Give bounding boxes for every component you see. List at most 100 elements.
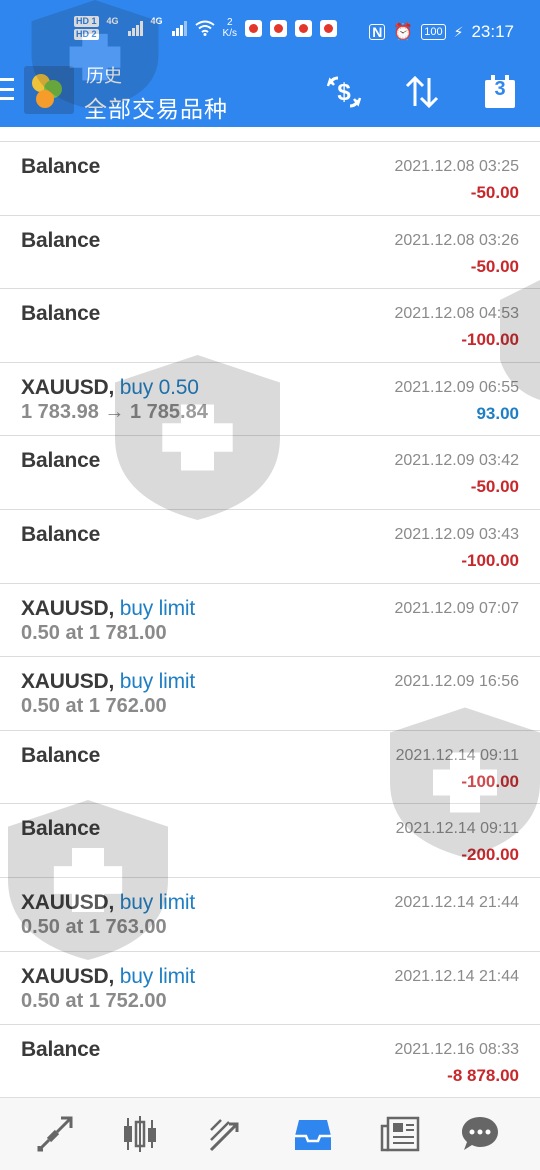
- history-row[interactable]: Balance 2021.12.16 08:33 -8 878.00: [0, 1024, 540, 1098]
- row-title-line: XAUUSD, buy limit: [21, 965, 195, 989]
- app-header: HD 1 HD 2 4G 4G 2 K/s N ⏰ 100 ⚡ 23:17 历史…: [0, 0, 540, 127]
- alarm-icon: ⏰: [393, 24, 414, 41]
- row-title-line: XAUUSD, buy limit: [21, 891, 195, 915]
- trade-icon: [209, 1119, 239, 1152]
- nav-quotes[interactable]: [33, 1112, 77, 1156]
- charging-icon: ⚡: [453, 23, 464, 40]
- row-order-type: buy 0.50: [119, 375, 199, 399]
- history-row[interactable]: Balance 2021.12.09 03:42 -50.00: [0, 435, 540, 509]
- signal-icon-2: [171, 20, 187, 36]
- row-separator: ,: [108, 596, 120, 620]
- nav-chat[interactable]: [458, 1112, 502, 1156]
- net-speed: 2 K/s: [223, 17, 237, 39]
- app-logo[interactable]: [24, 66, 74, 114]
- history-row[interactable]: XAUUSD, buy limit 0.50 at 1 752.00 2021.12…: [0, 950, 540, 1025]
- history-row[interactable]: Balance 2021.12.14 09:11 -100.00: [0, 729, 540, 804]
- row-detail: 0.50 at 1 763.00: [21, 915, 167, 938]
- currency-exchange-button[interactable]: $: [322, 70, 366, 114]
- row-amount: -200.00: [461, 845, 519, 865]
- row-symbol: Balance: [21, 155, 101, 178]
- history-icon: [295, 1120, 331, 1150]
- notification-app-icon: [245, 19, 262, 37]
- row-order-type: buy limit: [119, 890, 195, 914]
- row-title-line: Balance: [21, 155, 100, 179]
- row-amount: 93.00: [476, 403, 519, 423]
- row-detail: 1 783.98 → 1 785.84: [21, 400, 208, 423]
- history-row[interactable]: Balance 2021.12.08 03:25 -50.00: [0, 141, 540, 215]
- row-symbol: XAUUSD: [21, 596, 109, 620]
- bottom-nav: [0, 1097, 540, 1170]
- row-amount: -50.00: [470, 256, 519, 276]
- row-timestamp: 2021.12.14 09:11: [395, 820, 519, 838]
- row-detail: 0.50 at 1 781.00: [21, 621, 167, 644]
- row-title-line: Balance: [21, 744, 100, 768]
- news-icon: [380, 1116, 420, 1152]
- row-amount: -8 878.00: [447, 1066, 519, 1086]
- clock: 23:17: [471, 22, 514, 41]
- battery-level: 100: [421, 24, 446, 40]
- row-symbol: Balance: [21, 817, 101, 841]
- notification-app-icon: [270, 19, 287, 37]
- row-separator: ,: [108, 964, 120, 988]
- row-separator: ,: [108, 670, 120, 694]
- page-title: 历史: [86, 66, 122, 86]
- sim2-label: HD 2: [74, 29, 99, 40]
- nav-trade[interactable]: [205, 1112, 249, 1156]
- row-title-line: Balance: [21, 1038, 100, 1062]
- row-timestamp: 2021.12.09 06:55: [394, 378, 519, 396]
- row-amount: -100.00: [461, 550, 519, 570]
- row-timestamp: 2021.12.09 03:43: [394, 525, 519, 543]
- chat-icon: [462, 1117, 498, 1150]
- row-symbol: XAUUSD: [21, 964, 109, 988]
- nav-chart[interactable]: [118, 1112, 162, 1156]
- network-type-1: 4G: [106, 16, 119, 26]
- status-right: N ⏰ 100 ⚡ 23:17: [369, 22, 514, 42]
- notification-app-icon: [320, 19, 337, 37]
- row-order-type: buy limit: [119, 596, 195, 620]
- history-row[interactable]: XAUUSD, buy limit 0.50 at 1 762.00 2021.12…: [0, 656, 540, 730]
- row-title-line: Balance: [21, 817, 100, 841]
- svg-text:$: $: [337, 79, 351, 106]
- history-row[interactable]: Balance 2021.12.08 04:53 -100.00: [0, 288, 540, 362]
- row-separator: ,: [108, 890, 120, 914]
- history-row[interactable]: Balance 2021.12.08 03:26 -50.00: [0, 214, 540, 289]
- row-timestamp: 2021.12.09 16:56: [394, 673, 519, 691]
- row-symbol: XAUUSD: [21, 375, 109, 399]
- row-timestamp: 2021.12.14 21:44: [394, 967, 519, 985]
- history-row[interactable]: Balance 2021.12.09 03:43 -100.00: [0, 508, 540, 583]
- history-row[interactable]: Balance 2021.12.14 09:11 -200.00: [0, 803, 540, 877]
- status-bar: HD 1 HD 2 4G 4G 2 K/s N ⏰ 100 ⚡ 23:17: [0, 0, 540, 60]
- row-amount: -100.00: [461, 771, 519, 791]
- row-title-line: XAUUSD, buy limit: [21, 597, 195, 621]
- sort-button[interactable]: [400, 70, 444, 114]
- row-amount: -50.00: [470, 183, 519, 202]
- row-symbol: XAUUSD: [21, 670, 109, 694]
- row-timestamp: 2021.12.09 03:42: [394, 452, 519, 470]
- row-order-type: buy limit: [119, 670, 195, 694]
- row-title-line: Balance: [21, 229, 100, 253]
- history-row[interactable]: XAUUSD, buy limit 0.50 at 1 763.00 2021.12…: [0, 876, 540, 951]
- row-timestamp: 2021.12.14 21:44: [394, 893, 519, 911]
- row-detail: 0.50 at 1 752.00: [21, 989, 167, 1012]
- row-timestamp: 2021.12.16 08:33: [394, 1041, 519, 1059]
- nav-history[interactable]: [291, 1112, 335, 1156]
- menu-icon[interactable]: [0, 78, 14, 100]
- row-title-line: Balance: [21, 523, 100, 547]
- row-timestamp: 2021.12.08 03:26: [394, 231, 519, 249]
- row-amount: -100.00: [461, 330, 519, 350]
- calendar-button[interactable]: 3: [478, 70, 522, 114]
- signal-icon: [127, 20, 143, 36]
- net-speed-unit: K/s: [222, 28, 237, 39]
- row-symbol: Balance: [21, 1038, 101, 1062]
- symbol-filter-label[interactable]: 全部交易品种: [84, 90, 228, 124]
- row-order-type: buy limit: [119, 964, 195, 988]
- nav-news[interactable]: [378, 1112, 422, 1156]
- history-row[interactable]: XAUUSD, buy limit 0.50 at 1 781.00 2021.12…: [0, 582, 540, 657]
- net-speed-value: 2: [226, 17, 233, 28]
- row-title-line: Balance: [21, 449, 100, 473]
- row-symbol: Balance: [21, 522, 101, 546]
- calendar-day: 3: [494, 78, 506, 100]
- row-timestamp: 2021.12.09 07:07: [394, 599, 519, 617]
- row-separator: ,: [108, 375, 120, 399]
- history-row[interactable]: XAUUSD, buy 0.50 1 783.98 → 1 785.84 2021.…: [0, 361, 540, 436]
